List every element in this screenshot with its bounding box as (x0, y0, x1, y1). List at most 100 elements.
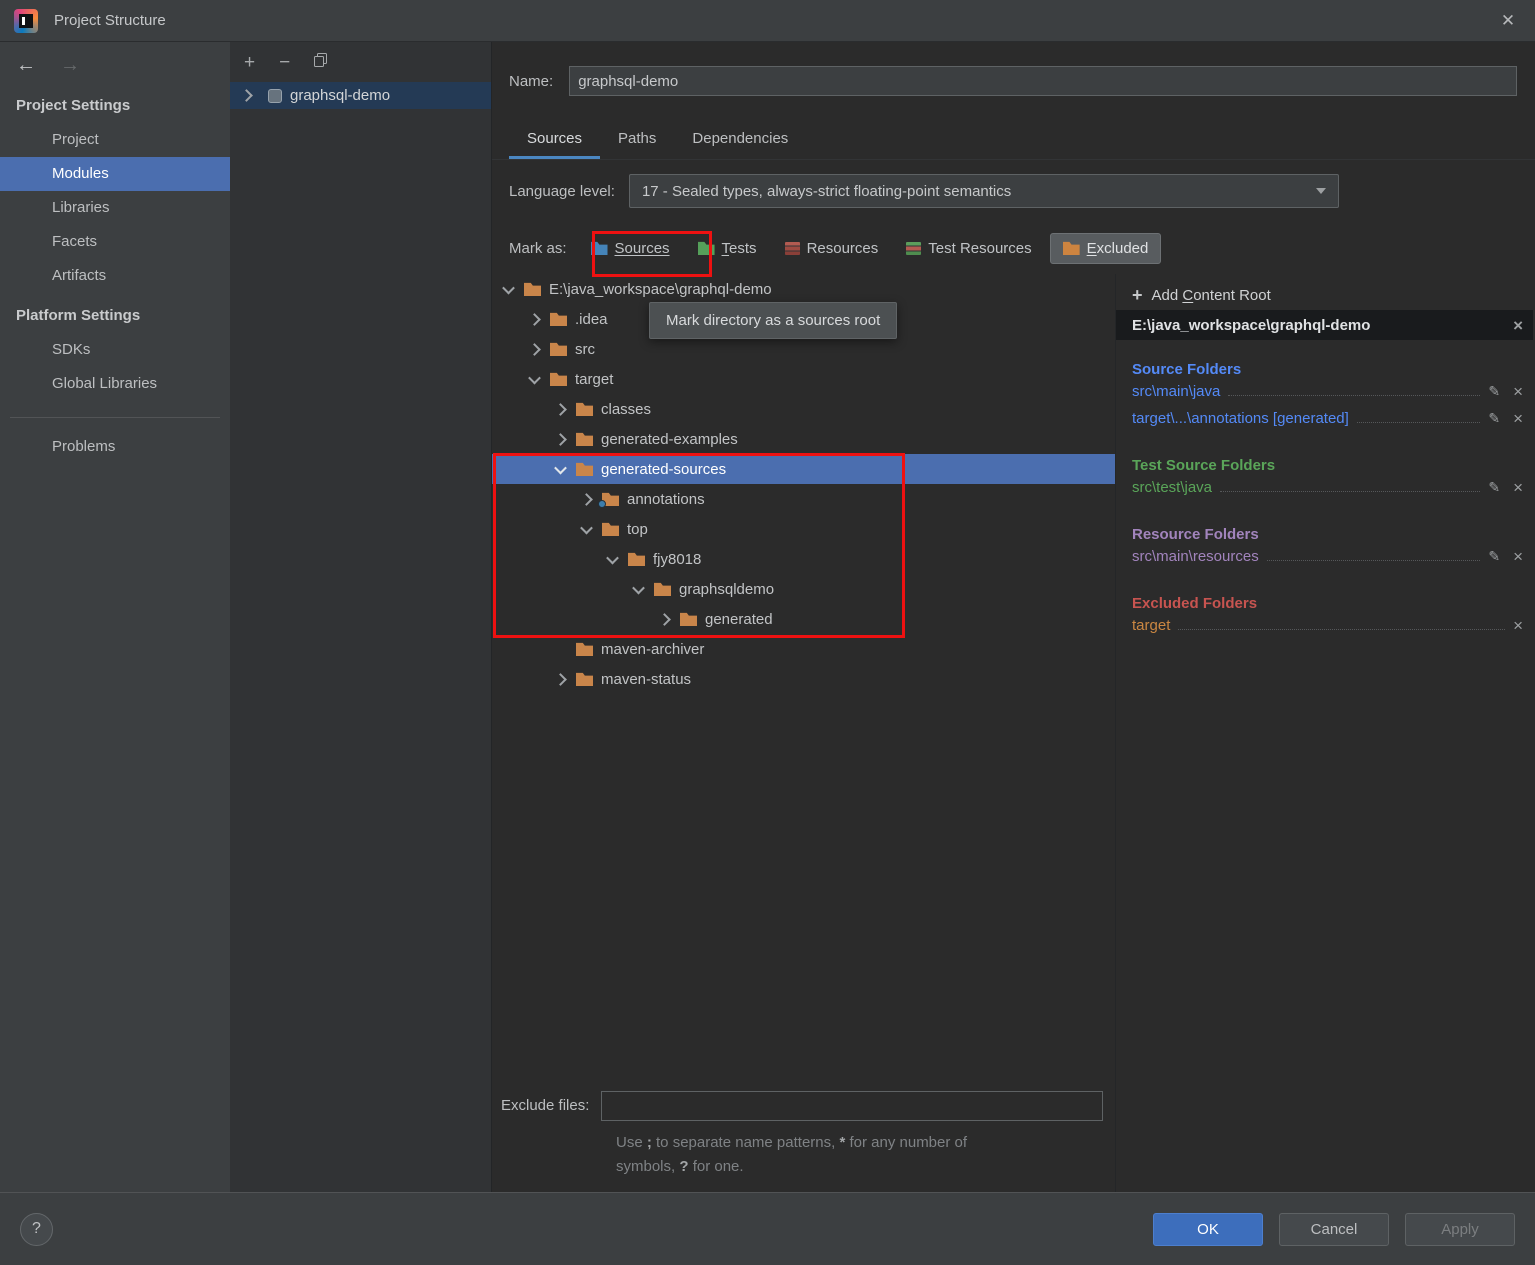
tree-row-target[interactable]: target (492, 364, 1115, 394)
sidebar-item-modules[interactable]: Modules (0, 157, 230, 191)
test-resources-stack-icon (906, 242, 921, 255)
folder-icon (576, 402, 593, 416)
mark-as-test-resources-button[interactable]: Test Resources (896, 233, 1041, 264)
edit-icon[interactable]: ✎ (1488, 479, 1500, 496)
mark-as-resources-button[interactable]: Resources (775, 233, 889, 264)
chevron-down-icon[interactable] (502, 281, 515, 294)
copy-module-button[interactable] (314, 53, 328, 72)
module-name: graphsql-demo (290, 87, 390, 104)
tree-row-maven-status[interactable]: maven-status (492, 664, 1115, 694)
tab-sources[interactable]: Sources (509, 120, 600, 159)
remove-icon[interactable]: × (1513, 617, 1523, 634)
sidebar-divider (10, 417, 220, 418)
chevron-right-icon[interactable] (528, 343, 541, 356)
tree-row-maven-archiver[interactable]: maven-archiver (492, 634, 1115, 664)
language-level-row: Language level: 17 - Sealed types, alway… (492, 160, 1535, 222)
remove-content-root-icon[interactable]: × (1513, 317, 1523, 334)
remove-icon[interactable]: × (1513, 383, 1523, 400)
tree-row-generated-examples[interactable]: generated-examples (492, 424, 1115, 454)
remove-module-button[interactable]: − (279, 53, 290, 72)
add-content-root-button[interactable]: + Add Content Root (1116, 280, 1533, 310)
titlebar: Project Structure ✕ (0, 0, 1535, 42)
name-row: Name: (492, 42, 1535, 120)
sidebar-item-libraries[interactable]: Libraries (0, 191, 230, 225)
tree-row-generated[interactable]: generated (492, 604, 1115, 634)
module-list-item[interactable]: graphsql-demo (230, 82, 491, 109)
tab-dependencies[interactable]: Dependencies (674, 120, 806, 159)
window-title: Project Structure (54, 12, 166, 29)
remove-icon[interactable]: × (1513, 548, 1523, 565)
tree-row-generated-sources[interactable]: generated-sources (492, 454, 1115, 484)
resource-folders-header: Resource Folders (1132, 517, 1523, 543)
source-folder-link[interactable]: target\...\annotations [generated] (1132, 410, 1349, 427)
tree-row-content-root[interactable]: E:\java_workspace\graphql-demo (492, 274, 1115, 304)
sidebar-item-project[interactable]: Project (0, 123, 230, 157)
remove-icon[interactable]: × (1513, 479, 1523, 496)
cancel-button[interactable]: Cancel (1279, 1213, 1389, 1246)
folder-icon (550, 342, 567, 356)
sidebar-item-problems[interactable]: Problems (0, 430, 230, 464)
folder-icon (550, 312, 567, 326)
apply-button[interactable]: Apply (1405, 1213, 1515, 1246)
edit-icon[interactable]: ✎ (1488, 548, 1500, 565)
tree-row-top[interactable]: top (492, 514, 1115, 544)
chevron-right-icon[interactable] (240, 89, 253, 102)
plus-icon: + (1132, 285, 1143, 306)
tree-row-classes[interactable]: classes (492, 394, 1115, 424)
help-button[interactable]: ? (20, 1213, 53, 1246)
tab-paths[interactable]: Paths (600, 120, 674, 159)
tree-row-annotations[interactable]: annotations (492, 484, 1115, 514)
content-root-header[interactable]: E:\java_workspace\graphql-demo × (1116, 310, 1533, 340)
mark-as-test-resources-label: Test Resources (928, 240, 1031, 257)
tree-row-label: annotations (627, 491, 705, 508)
chevron-right-icon[interactable] (658, 613, 671, 626)
resource-folder-link[interactable]: src\main\resources (1132, 548, 1259, 565)
chevron-right-icon[interactable] (580, 493, 593, 506)
chevron-down-icon[interactable] (580, 521, 593, 534)
test-source-folder-link[interactable]: src\test\java (1132, 479, 1212, 496)
forward-arrow-icon[interactable]: → (60, 55, 80, 75)
sidebar-item-sdks[interactable]: SDKs (0, 333, 230, 367)
sources-folder-icon (591, 241, 608, 255)
mark-as-resources-label: Resources (807, 240, 879, 257)
tree-row-label: fjy8018 (653, 551, 701, 568)
chevron-down-icon[interactable] (554, 461, 567, 474)
mark-as-tests-button[interactable]: Tests (688, 233, 767, 264)
close-icon[interactable]: ✕ (1481, 0, 1535, 42)
sidebar-item-global-libraries[interactable]: Global Libraries (0, 367, 230, 401)
directory-tree-panel: E:\java_workspace\graphql-demo .idea src (492, 274, 1116, 1192)
name-input[interactable] (569, 66, 1517, 96)
sidebar-item-artifacts[interactable]: Artifacts (0, 259, 230, 293)
tree-row-graphsqldemo[interactable]: graphsqldemo (492, 574, 1115, 604)
language-level-value: 17 - Sealed types, always-strict floatin… (642, 183, 1011, 200)
chevron-right-icon[interactable] (554, 433, 567, 446)
edit-icon[interactable]: ✎ (1488, 410, 1500, 427)
chevron-right-icon[interactable] (554, 673, 567, 686)
folder-icon (576, 672, 593, 686)
tree-row-fjy8018[interactable]: fjy8018 (492, 544, 1115, 574)
source-folders-header: Source Folders (1132, 352, 1523, 378)
tree-row-label: maven-status (601, 671, 691, 688)
excluded-folder-icon (1063, 241, 1080, 255)
sidebar-item-facets[interactable]: Facets (0, 225, 230, 259)
ok-button[interactable]: OK (1153, 1213, 1263, 1246)
back-arrow-icon[interactable]: ← (16, 55, 36, 75)
chevron-down-icon[interactable] (528, 371, 541, 384)
remove-icon[interactable]: × (1513, 410, 1523, 427)
folder-icon (576, 642, 593, 656)
excluded-folder-link[interactable]: target (1132, 617, 1170, 634)
add-module-button[interactable]: + (244, 53, 255, 72)
edit-icon[interactable]: ✎ (1488, 383, 1500, 400)
tree-row-label: generated (705, 611, 773, 628)
chevron-right-icon[interactable] (528, 313, 541, 326)
chevron-right-icon[interactable] (554, 403, 567, 416)
mark-as-tests-label: Tests (722, 240, 757, 257)
tree-row-label: E:\java_workspace\graphql-demo (549, 281, 772, 298)
mark-as-sources-button[interactable]: Sources (581, 233, 680, 264)
exclude-files-input[interactable] (601, 1091, 1103, 1121)
mark-as-excluded-button[interactable]: Excluded (1050, 233, 1162, 264)
chevron-down-icon[interactable] (632, 581, 645, 594)
source-folder-link[interactable]: src\main\java (1132, 383, 1220, 400)
language-level-select[interactable]: 17 - Sealed types, always-strict floatin… (629, 174, 1339, 208)
chevron-down-icon[interactable] (606, 551, 619, 564)
